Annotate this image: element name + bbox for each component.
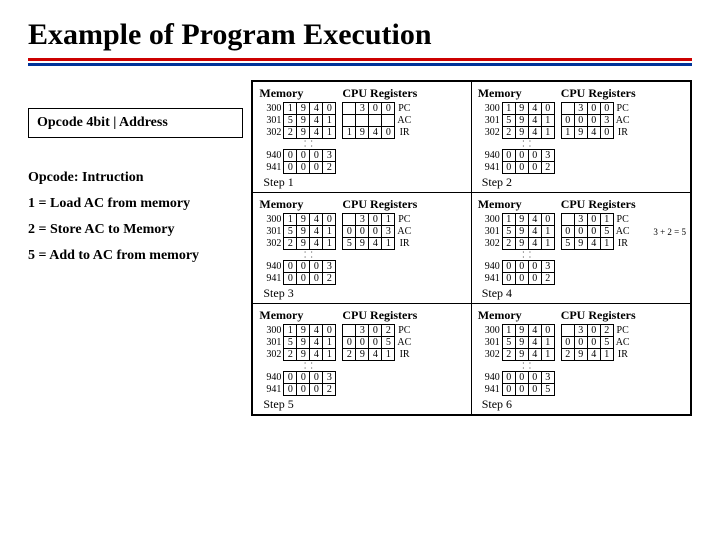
step-cell: Memory300194030159413022941· ·· ·9400003… <box>472 193 690 303</box>
title-underline <box>28 58 692 66</box>
cpu-header: CPU Registers <box>342 197 417 212</box>
step-cell: Memory300194030159413022941· ·· ·9400003… <box>253 82 471 192</box>
cpu-header: CPU Registers <box>342 86 417 101</box>
step-cell: Memory300194030159413022941· ·· ·9400003… <box>472 304 690 414</box>
opcode-1: 1 = Load AC from memory <box>28 196 243 212</box>
step-label: Step 6 <box>478 397 684 412</box>
step-cell: Memory300194030159413022941· ·· ·9400003… <box>253 193 471 303</box>
memory-header: Memory <box>259 197 336 212</box>
step-label: Step 5 <box>259 397 464 412</box>
step-label: Step 4 <box>478 286 684 301</box>
memory-header: Memory <box>478 308 555 323</box>
memory-header: Memory <box>259 308 336 323</box>
left-panel: Opcode 4bit | Address Opcode: Intruction… <box>28 80 243 274</box>
cpu-header: CPU Registers <box>561 86 636 101</box>
step-cell: Memory300194030159413022941· ·· ·9400003… <box>253 304 471 414</box>
opcode-section-label: Opcode: Intruction <box>28 170 243 186</box>
cpu-header: CPU Registers <box>342 308 417 323</box>
cpu-header: CPU Registers <box>561 308 636 323</box>
opcode-5: 5 = Add to AC from memory <box>28 248 243 264</box>
memory-header: Memory <box>478 197 555 212</box>
step-label: Step 1 <box>259 175 464 190</box>
opcode-format-box: Opcode 4bit | Address <box>28 108 243 138</box>
cpu-header: CPU Registers <box>561 197 636 212</box>
step-label: Step 2 <box>478 175 684 190</box>
step-cell: Memory300194030159413022941· ·· ·9400003… <box>472 82 690 192</box>
execution-grid: Memory300194030159413022941· ·· ·9400003… <box>251 80 692 416</box>
step-label: Step 3 <box>259 286 464 301</box>
memory-header: Memory <box>259 86 336 101</box>
slide-title: Example of Program Execution <box>28 18 692 52</box>
memory-header: Memory <box>478 86 555 101</box>
opcode-2: 2 = Store AC to Memory <box>28 222 243 238</box>
arith-annotation: 3 + 2 = 5 <box>653 227 686 237</box>
